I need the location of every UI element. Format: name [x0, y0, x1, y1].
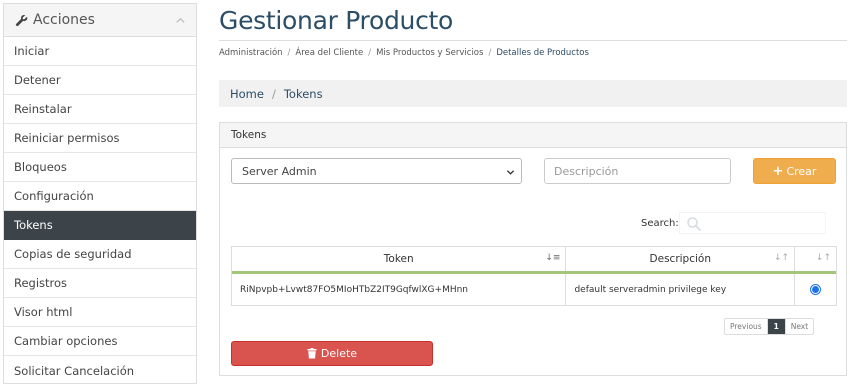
delete-label: Delete — [320, 347, 358, 360]
pagination-next[interactable]: Next — [786, 319, 813, 334]
module-breadcrumb-current: Tokens — [283, 86, 323, 101]
column-header-description-label: Descripción — [649, 253, 711, 265]
pagination: Previous 1 Next — [724, 318, 815, 335]
tokens-panel: Tokens Server Admin + Crear Search: Toke… — [219, 122, 847, 376]
sidebar-item-visor-html[interactable]: Visor html — [4, 298, 196, 327]
search-input[interactable] — [679, 212, 826, 234]
page-title: Gestionar Producto — [219, 6, 454, 35]
sidebar-item-registros[interactable]: Registros — [4, 269, 196, 298]
sidebar-item-solicitar-cancelacion[interactable]: Solicitar Cancelación — [4, 356, 196, 385]
create-token-button[interactable]: + Crear — [753, 158, 836, 184]
search-label: Search: — [641, 218, 679, 229]
page-root: Acciones Iniciar Detener Reinstalar Rein… — [0, 0, 850, 386]
sidebar-item-reiniciar-permisos[interactable]: Reiniciar permisos — [4, 124, 196, 153]
token-cell: RiNpvpb+Lvwt87FO5MIoHTbZ2IT9GqfwlXG+MHnn — [232, 274, 567, 305]
pagination-previous[interactable]: Previous — [725, 319, 768, 334]
trash-icon — [307, 348, 317, 359]
table-header: Token ↓≡ Descripción ↓↑ ↓↑ — [232, 247, 836, 274]
sort-icon: ↓↑ — [773, 253, 790, 263]
column-header-select[interactable]: ↓↑ — [795, 247, 836, 271]
tokens-table: Token ↓≡ Descripción ↓↑ ↓↑ RiNpvpb+Lvwt8… — [231, 246, 837, 306]
module-breadcrumb: Home / Tokens — [219, 80, 847, 107]
radio-selected-dot — [812, 286, 820, 293]
column-header-token[interactable]: Token ↓≡ — [232, 247, 567, 271]
sidebar-header[interactable]: Acciones — [4, 4, 196, 37]
chevron-down-icon — [506, 167, 515, 176]
breadcrumb-separator: / — [488, 48, 492, 58]
sidebar-item-configuracion[interactable]: Configuración — [4, 182, 196, 211]
select-value: Server Admin — [242, 164, 317, 178]
breadcrumb-item-area-cliente[interactable]: Área del Cliente — [295, 48, 363, 58]
module-breadcrumb-home[interactable]: Home — [230, 87, 264, 101]
plus-icon: + — [772, 163, 784, 179]
user-type-select[interactable]: Server Admin — [231, 158, 522, 184]
delete-button[interactable]: Delete — [231, 341, 433, 366]
description-cell: default serveradmin privilege key — [566, 274, 796, 305]
breadcrumb-item-mis-productos[interactable]: Mis Productos y Servicios — [376, 48, 483, 58]
token-radio[interactable] — [810, 284, 822, 295]
description-input[interactable] — [544, 158, 731, 184]
sort-ascending-icon: ↓≡ — [545, 253, 561, 263]
sidebar-item-bloqueos[interactable]: Bloqueos — [4, 153, 196, 182]
title-divider — [219, 40, 847, 41]
panel-heading: Tokens — [220, 123, 846, 148]
sidebar-actions: Acciones Iniciar Detener Reinstalar Rein… — [3, 3, 197, 384]
breadcrumb-separator: / — [368, 48, 372, 58]
sidebar-item-detener[interactable]: Detener — [4, 66, 196, 95]
chevron-up-icon[interactable] — [174, 14, 186, 26]
pagination-page-1[interactable]: 1 — [767, 319, 786, 334]
sidebar-item-tokens[interactable]: Tokens — [4, 211, 196, 240]
sidebar-item-iniciar[interactable]: Iniciar — [4, 37, 196, 66]
breadcrumb: Administración / Área del Cliente / Mis … — [219, 48, 589, 58]
column-header-token-label: Token — [383, 253, 414, 265]
breadcrumb-item-detalles: Detalles de Productos — [496, 48, 589, 58]
column-header-description[interactable]: Descripción ↓↑ — [566, 247, 796, 271]
sidebar-item-reinstalar[interactable]: Reinstalar — [4, 95, 196, 124]
sidebar-item-cambiar-opciones[interactable]: Cambiar opciones — [4, 327, 196, 356]
breadcrumb-separator: / — [287, 48, 291, 58]
create-label: Crear — [786, 164, 817, 178]
sort-icon: ↓↑ — [815, 253, 832, 263]
wrench-icon — [14, 13, 28, 27]
table-row[interactable]: RiNpvpb+Lvwt87FO5MIoHTbZ2IT9GqfwlXG+MHnn… — [232, 274, 836, 305]
breadcrumb-separator: / — [271, 86, 276, 101]
sidebar-item-copias-de-seguridad[interactable]: Copias de seguridad — [4, 240, 196, 269]
sidebar-title: Acciones — [33, 12, 95, 28]
select-cell — [795, 274, 836, 305]
search-icon — [686, 216, 702, 232]
breadcrumb-item-administracion[interactable]: Administración — [219, 48, 283, 58]
